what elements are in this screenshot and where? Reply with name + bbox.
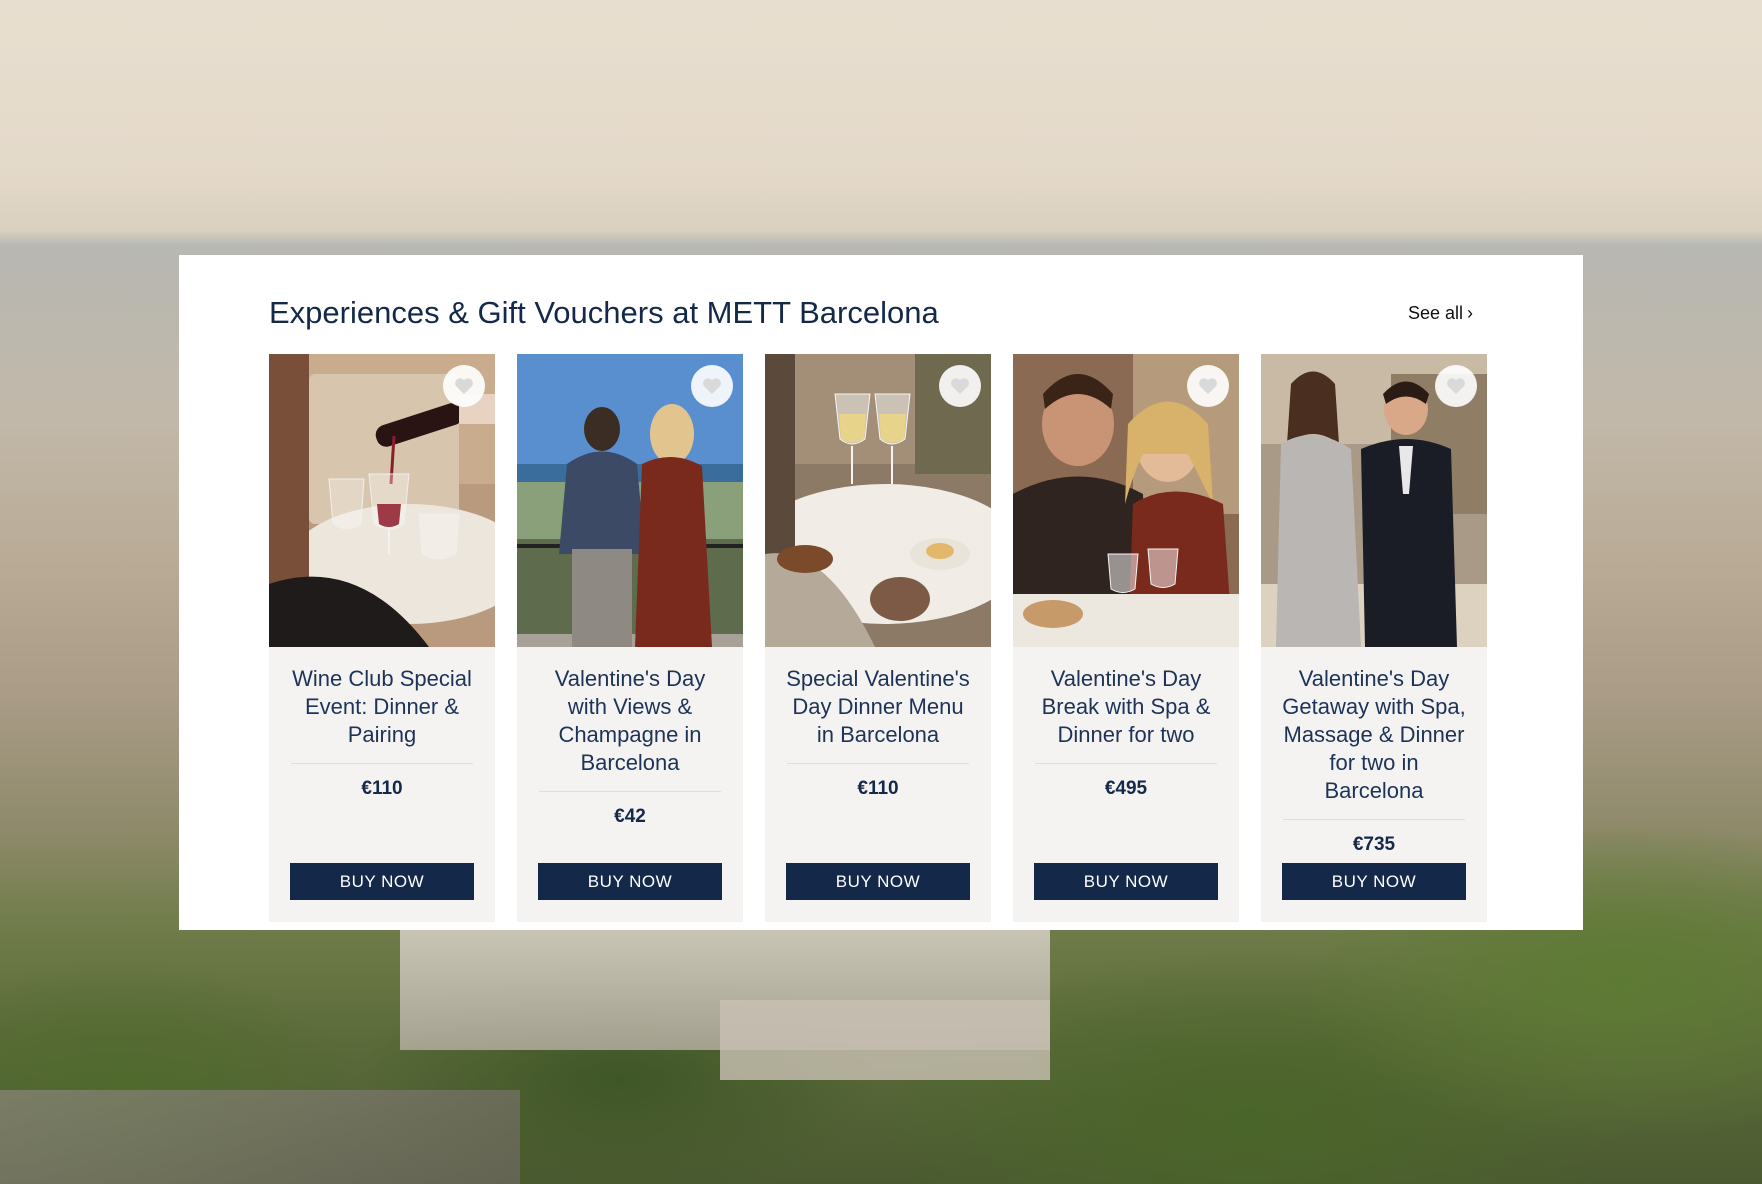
card-image-couple-terrace[interactable]	[517, 354, 743, 647]
favorite-button[interactable]	[1435, 365, 1477, 407]
heart-icon	[703, 378, 721, 394]
buy-now-button[interactable]: BUY NOW	[786, 863, 970, 900]
card-image-couple-dinner[interactable]	[1013, 354, 1239, 647]
see-all-link[interactable]: See all ›	[1408, 303, 1473, 324]
card-title[interactable]: Valentine's Day with Views & Champagne i…	[537, 665, 723, 777]
favorite-button[interactable]	[691, 365, 733, 407]
chevron-right-icon: ›	[1467, 303, 1473, 323]
card-price: €735	[1352, 834, 1396, 855]
card-image-couple-lobby[interactable]	[1261, 354, 1487, 647]
section-title: Experiences & Gift Vouchers at METT Barc…	[269, 295, 939, 330]
card-title[interactable]: Valentine's Day Getaway with Spa, Massag…	[1281, 665, 1467, 805]
experience-card[interactable]: Valentine's Day Getaway with Spa, Massag…	[1261, 354, 1487, 922]
experience-card[interactable]: Wine Club Special Event: Dinner & Pairin…	[269, 354, 495, 922]
favorite-button[interactable]	[443, 365, 485, 407]
heart-icon	[455, 378, 473, 394]
experience-card[interactable]: Valentine's Day Break with Spa & Dinner …	[1013, 354, 1239, 922]
experience-card[interactable]: Valentine's Day with Views & Champagne i…	[517, 354, 743, 922]
card-price: €495	[1104, 778, 1148, 799]
buy-now-button[interactable]: BUY NOW	[1282, 863, 1466, 900]
heart-icon	[1199, 378, 1217, 394]
experience-card[interactable]: Special Valentine's Day Dinner Menu in B…	[765, 354, 991, 922]
divider	[539, 791, 721, 792]
experiences-panel: Experiences & Gift Vouchers at METT Barc…	[179, 255, 1583, 930]
card-body: Valentine's Day with Views & Champagne i…	[517, 647, 743, 828]
buy-now-button[interactable]: BUY NOW	[290, 863, 474, 900]
heart-icon	[951, 378, 969, 394]
card-title[interactable]: Special Valentine's Day Dinner Menu in B…	[785, 665, 971, 749]
favorite-button[interactable]	[939, 365, 981, 407]
divider	[787, 763, 969, 764]
divider	[1035, 763, 1217, 764]
see-all-label: See all	[1407, 303, 1463, 323]
card-body: Valentine's Day Break with Spa & Dinner …	[1013, 647, 1239, 800]
card-image-champagne-toast[interactable]	[765, 354, 991, 647]
card-price: €42	[614, 806, 646, 827]
heart-icon	[1447, 378, 1465, 394]
favorite-button[interactable]	[1187, 365, 1229, 407]
card-body: Special Valentine's Day Dinner Menu in B…	[765, 647, 991, 800]
road	[0, 1090, 520, 1184]
divider	[291, 763, 473, 764]
card-image-wine-pouring[interactable]	[269, 354, 495, 647]
divider	[1283, 819, 1465, 820]
card-price: €110	[857, 778, 899, 799]
card-price: €110	[361, 778, 403, 799]
sky-haze	[0, 0, 1762, 260]
hotel-terrace	[720, 1000, 1050, 1080]
card-body: Valentine's Day Getaway with Spa, Massag…	[1261, 647, 1487, 856]
experience-cards: Wine Club Special Event: Dinner & Pairin…	[269, 354, 1487, 922]
buy-now-button[interactable]: BUY NOW	[538, 863, 722, 900]
card-title[interactable]: Valentine's Day Break with Spa & Dinner …	[1033, 665, 1219, 749]
card-body: Wine Club Special Event: Dinner & Pairin…	[269, 647, 495, 800]
buy-now-button[interactable]: BUY NOW	[1034, 863, 1218, 900]
card-title[interactable]: Wine Club Special Event: Dinner & Pairin…	[289, 665, 475, 749]
